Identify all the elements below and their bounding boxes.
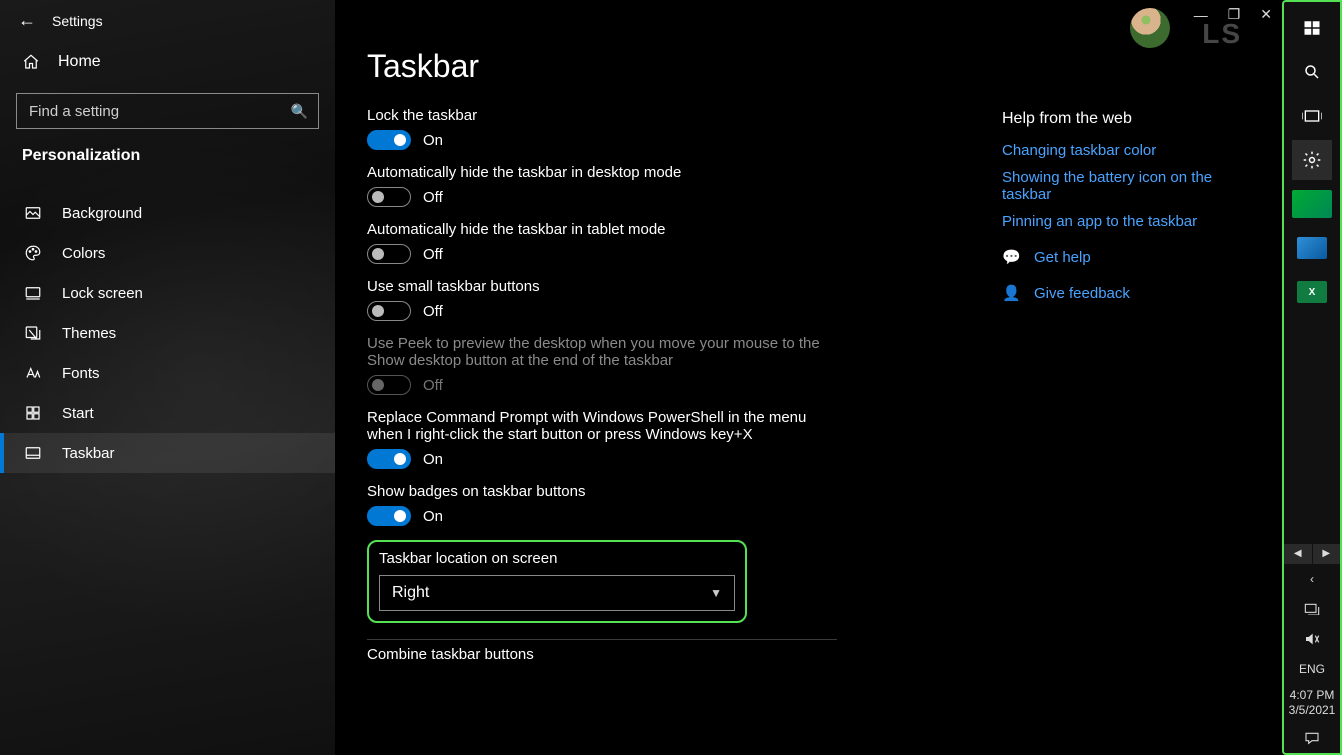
tray-action-center-icon[interactable]	[1284, 723, 1340, 753]
sidebar-item-label: Themes	[62, 325, 116, 342]
main-content: LS — ❐ ✕ Taskbar Lock the taskbar On Aut…	[335, 0, 1282, 755]
select-value: Right	[392, 584, 429, 602]
taskview-button[interactable]	[1292, 96, 1332, 136]
setting-label-badges: Show badges on taskbar buttons	[367, 483, 837, 500]
chat-icon: 💬	[1002, 248, 1020, 266]
help-panel: Help from the web Changing taskbar color…	[1002, 110, 1242, 302]
taskbar-app-settings[interactable]	[1292, 140, 1332, 180]
search-box[interactable]: 🔍	[16, 93, 319, 129]
sidebar-item-colors[interactable]: Colors	[0, 233, 335, 273]
window-title: Settings	[52, 13, 103, 29]
tray-clock[interactable]: 4:07 PM 3/5/2021	[1289, 684, 1336, 723]
toggle-state: On	[423, 508, 443, 525]
fonts-icon	[24, 364, 42, 382]
taskbar-app-excel[interactable]: X	[1292, 272, 1332, 312]
feedback-icon: 👤	[1002, 284, 1020, 302]
search-button[interactable]	[1292, 52, 1332, 92]
toggle-state: Off	[423, 303, 443, 320]
tray-time: 4:07 PM	[1289, 688, 1336, 704]
user-avatar[interactable]	[1130, 8, 1170, 48]
taskbar-app-thumb[interactable]	[1292, 184, 1332, 224]
toggle-peek	[367, 375, 411, 395]
tray-scroll-right[interactable]: ▶	[1313, 544, 1341, 564]
toggle-state: Off	[423, 189, 443, 206]
taskbar-app-photos[interactable]	[1292, 228, 1332, 268]
taskbar-icon	[24, 444, 42, 462]
toggle-state: On	[423, 132, 443, 149]
section-title: Personalization	[0, 143, 335, 175]
picture-icon	[24, 204, 42, 222]
setting-label-autohide-tablet: Automatically hide the taskbar in tablet…	[367, 221, 837, 238]
select-taskbar-location[interactable]: Right ▼	[379, 575, 735, 611]
toggle-state: Off	[423, 246, 443, 263]
sidebar-nav: Background Colors Lock screen Themes Fon…	[0, 193, 335, 473]
lockscreen-icon	[24, 284, 42, 302]
help-link[interactable]: Changing taskbar color	[1002, 142, 1242, 159]
palette-icon	[24, 244, 42, 262]
sidebar-item-taskbar[interactable]: Taskbar	[0, 433, 335, 473]
highlight-taskbar-location: Taskbar location on screen Right ▼	[367, 540, 747, 623]
close-button[interactable]: ✕	[1260, 6, 1272, 23]
sidebar-item-label: Lock screen	[62, 285, 143, 302]
themes-icon	[24, 324, 42, 342]
sidebar-item-fonts[interactable]: Fonts	[0, 353, 335, 393]
setting-label-combine: Combine taskbar buttons	[367, 646, 1250, 663]
setting-label-peek: Use Peek to preview the desktop when you…	[367, 335, 837, 369]
toggle-state: Off	[423, 377, 443, 394]
search-icon: 🔍	[291, 103, 308, 120]
tray-volume-icon[interactable]	[1284, 624, 1340, 654]
toggle-powershell[interactable]	[367, 449, 411, 469]
setting-label-small-buttons: Use small taskbar buttons	[367, 278, 837, 295]
tray-network-icon[interactable]	[1284, 594, 1340, 624]
start-button[interactable]	[1292, 8, 1332, 48]
help-title: Help from the web	[1002, 110, 1242, 128]
minimize-button[interactable]: —	[1194, 7, 1208, 23]
home-nav[interactable]: Home	[0, 39, 335, 85]
help-link[interactable]: Pinning an app to the taskbar	[1002, 213, 1242, 230]
setting-label-autohide-desktop: Automatically hide the taskbar in deskto…	[367, 164, 837, 181]
toggle-autohide-tablet[interactable]	[367, 244, 411, 264]
sidebar-item-label: Background	[62, 205, 142, 222]
search-input[interactable]	[29, 103, 291, 120]
maximize-button[interactable]: ❐	[1228, 6, 1241, 23]
sidebar-item-label: Taskbar	[62, 445, 115, 462]
get-help-link[interactable]: 💬 Get help	[1002, 248, 1242, 266]
back-icon[interactable]: ←	[18, 10, 36, 31]
start-icon	[24, 404, 42, 422]
sidebar-item-label: Start	[62, 405, 94, 422]
sidebar-item-start[interactable]: Start	[0, 393, 335, 433]
sidebar-item-label: Colors	[62, 245, 105, 262]
help-link[interactable]: Showing the battery icon on the taskbar	[1002, 169, 1242, 203]
system-tray: ◀ ▶ ‹ ENG 4:07 PM 3/5/2021	[1284, 544, 1340, 753]
sidebar-item-background[interactable]: Background	[0, 193, 335, 233]
home-label: Home	[58, 53, 101, 71]
setting-label-powershell: Replace Command Prompt with Windows Powe…	[367, 409, 837, 443]
setting-label-lock: Lock the taskbar	[367, 107, 837, 124]
window-controls: — ❐ ✕	[1194, 6, 1272, 23]
tray-scroll-left[interactable]: ◀	[1284, 544, 1313, 564]
divider	[367, 639, 837, 640]
toggle-small-buttons[interactable]	[367, 301, 411, 321]
sidebar-item-lockscreen[interactable]: Lock screen	[0, 273, 335, 313]
setting-label-location: Taskbar location on screen	[379, 550, 735, 567]
tray-language[interactable]: ENG	[1284, 654, 1340, 684]
tray-overflow[interactable]: ‹	[1284, 564, 1340, 594]
tray-date: 3/5/2021	[1289, 703, 1336, 719]
sidebar-item-themes[interactable]: Themes	[0, 313, 335, 353]
toggle-autohide-desktop[interactable]	[367, 187, 411, 207]
home-icon	[22, 53, 40, 71]
toggle-badges[interactable]	[367, 506, 411, 526]
give-feedback-link[interactable]: 👤 Give feedback	[1002, 284, 1242, 302]
toggle-state: On	[423, 451, 443, 468]
chevron-down-icon: ▼	[710, 586, 722, 600]
page-title: Taskbar	[367, 48, 1250, 85]
windows-taskbar: X ◀ ▶ ‹ ENG 4:07 PM 3/5/2021	[1282, 0, 1342, 755]
toggle-lock[interactable]	[367, 130, 411, 150]
settings-sidebar: ← Settings Home 🔍 Personalization Backgr…	[0, 0, 335, 755]
sidebar-item-label: Fonts	[62, 365, 100, 382]
